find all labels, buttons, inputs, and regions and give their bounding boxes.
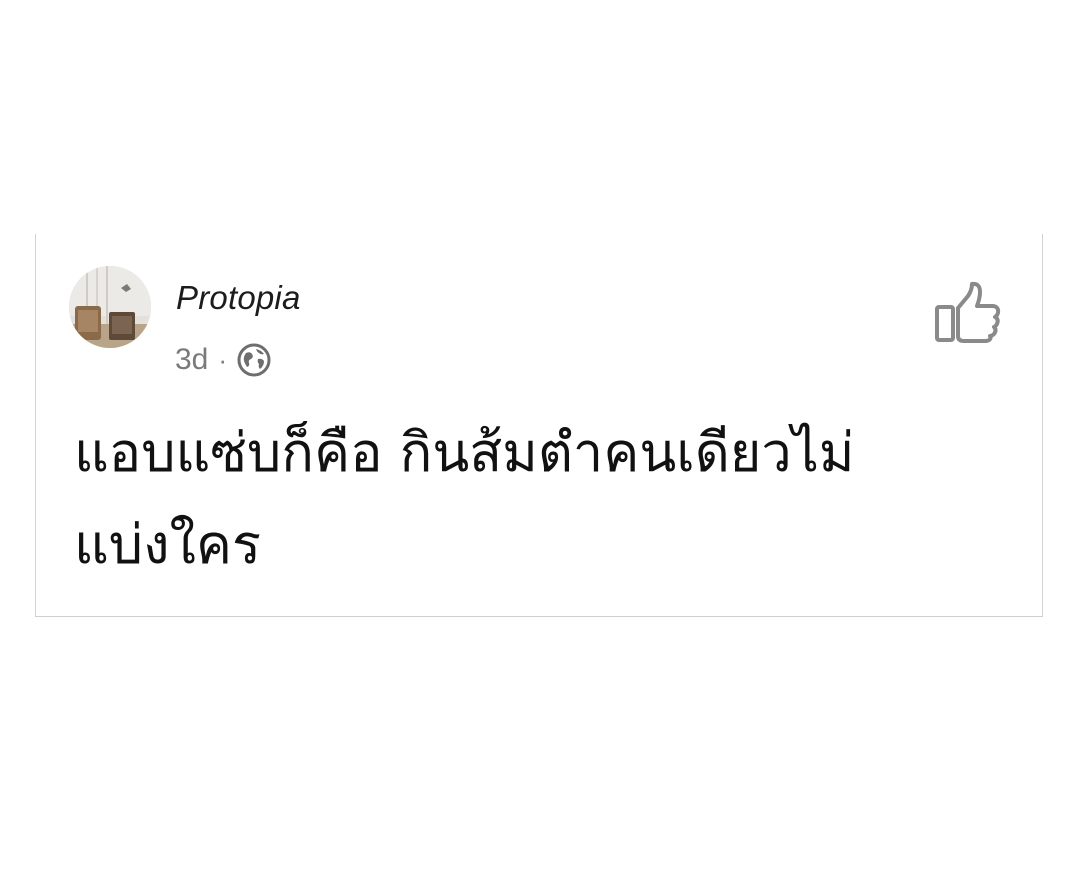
comment-text: แอบแซ่บก็คือ กินส้มตำคนเดียวไม่ แบ่งใคร (74, 407, 1014, 591)
post-meta: 3d · (175, 340, 271, 380)
avatar-image (69, 266, 151, 348)
meta-separator: · (218, 345, 228, 375)
comment-text-line-2: แบ่งใคร (74, 513, 261, 576)
comment-text-line-1: แอบแซ่บก็คือ กินส้มตำคนเดียวไม่ (74, 421, 855, 484)
globe-icon (237, 343, 271, 377)
screenshot-canvas: Protopia 3d · แอบแซ่บก็คือ กินส้มตำคนเดี… (0, 0, 1080, 889)
comment-card: Protopia 3d · แอบแซ่บก็คือ กินส้มตำคนเดี… (35, 234, 1043, 617)
avatar[interactable] (69, 266, 151, 348)
author-name[interactable]: Protopia (176, 278, 301, 318)
like-button[interactable] (934, 280, 1004, 346)
thumbs-up-icon (935, 281, 1001, 343)
timestamp[interactable]: 3d (175, 340, 208, 380)
